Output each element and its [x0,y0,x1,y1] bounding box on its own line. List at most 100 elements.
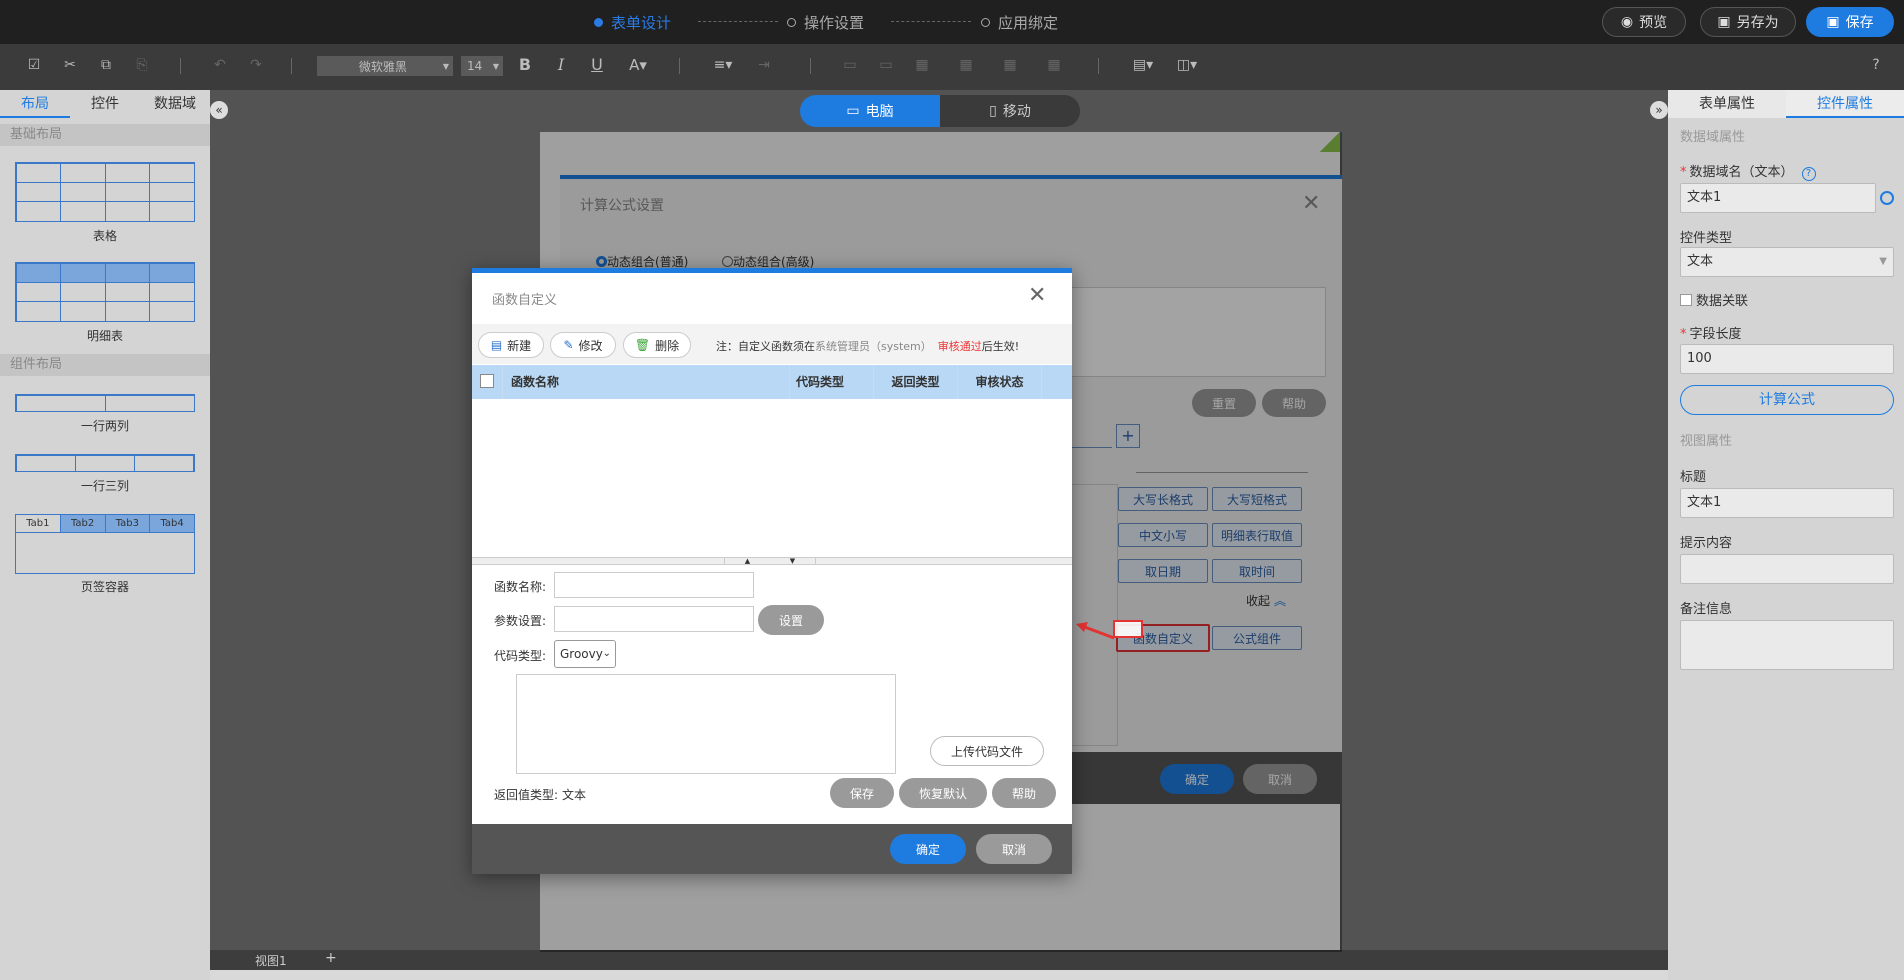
tab-controls[interactable]: 控件 [70,90,140,118]
upload-code-button[interactable]: 上传代码文件 [930,736,1044,766]
table-layout-item[interactable] [15,162,195,222]
tab-control-properties[interactable]: 控件属性 [1786,90,1904,118]
insert-col-icon[interactable]: ▦ [958,57,974,73]
formula-cancel-button[interactable]: 取消 [1243,764,1317,794]
font-color-icon[interactable]: A▾ [625,57,651,73]
close-icon[interactable]: ✕ [1302,191,1320,216]
tab-label: Tab3 [105,515,151,532]
note-textarea[interactable] [1680,620,1894,670]
undo-icon[interactable]: ↶ [212,57,228,73]
col-function-name[interactable]: 函数名称 [502,365,790,399]
underline-icon[interactable]: U [589,57,605,73]
col-return-type[interactable]: 返回类型 [874,365,958,399]
font-size-select[interactable]: 14 ▼ [461,56,503,76]
col-code-type[interactable]: 代码类型 [790,365,874,399]
fn-get-date[interactable]: 取日期 [1118,559,1208,583]
fn-detail-row-value[interactable]: 明细表行取值 [1212,523,1302,547]
help-circle-icon[interactable]: ? [1801,167,1816,181]
delete-button[interactable]: 🗑 删除 [623,332,691,358]
step-operation-settings[interactable]: 操作设置 [787,12,864,33]
splitter-handle[interactable]: ▲ ▼ [724,557,816,565]
data-name-input[interactable]: 文本1 [1680,183,1876,213]
edit-button[interactable]: ✎ 修改 [550,332,616,358]
delete-row-icon[interactable]: ▦ [1002,57,1018,73]
highlight-box [1113,620,1143,638]
fn-name-input[interactable] [554,572,754,598]
divider [1136,472,1308,473]
formula-button[interactable]: 计算公式 [1680,385,1894,415]
tab-container-item[interactable]: Tab1 Tab2 Tab3 Tab4 [15,514,195,574]
control-type-select[interactable]: 文本 ▼ [1680,247,1894,277]
formula-ok-button[interactable]: 确定 [1160,764,1234,794]
select-all-icon[interactable]: ☑ [26,57,42,73]
save-as-button[interactable]: ▣ 另存为 [1700,7,1796,37]
tab-data-domain[interactable]: 数据域 [140,90,210,118]
view-tab[interactable]: 视图1 [255,952,287,969]
copy-icon[interactable]: ⧉ [98,57,114,73]
param-set-button[interactable]: 设置 [758,605,824,635]
step-app-binding[interactable]: 应用绑定 [981,12,1058,33]
detail-table-item[interactable] [15,262,195,322]
cut-icon[interactable]: ✂ [62,57,78,73]
fn-uppercase-short[interactable]: 大写短格式 [1212,487,1302,511]
indent-icon[interactable]: ⇥ [756,57,772,73]
redo-icon[interactable]: ↷ [248,57,264,73]
horizontal-scrollbar[interactable] [210,970,1668,980]
two-column-item[interactable] [15,394,195,412]
preview-button[interactable]: ◉ 预览 [1602,7,1686,37]
question-icon[interactable]: ? [1868,57,1884,73]
fn-uppercase-long[interactable]: 大写长格式 [1118,487,1208,511]
step-form-design[interactable]: 表单设计 [594,12,671,33]
data-link-checkbox[interactable]: 数据关联 [1680,290,1748,309]
collapse-right-icon[interactable]: » [1650,101,1668,119]
insert-row-icon[interactable]: ▦ [914,57,930,73]
paste-icon[interactable]: ⎘ [134,57,150,73]
align-icon[interactable]: ≡▾ [710,57,736,73]
new-button[interactable]: ▤ 新建 [478,332,544,358]
step-label: 操作设置 [804,14,865,32]
layout-icon[interactable]: ◫▾ [1174,57,1200,73]
tab-label: Tab4 [150,515,194,532]
tab-layout[interactable]: 布局 [0,90,70,118]
border-icon[interactable]: ▦ [1046,57,1062,73]
device-tab-pc[interactable]: ▭ 电脑 [800,95,940,127]
fn-get-time[interactable]: 取时间 [1212,559,1302,583]
font-family-select[interactable]: 微软雅黑 ▼ [317,56,453,76]
code-textarea[interactable] [516,674,896,774]
field-length-input[interactable]: 100 [1680,344,1894,374]
add-icon[interactable]: + [1116,424,1140,448]
formula-textarea[interactable] [1070,287,1326,377]
col-review-status[interactable]: 审核状态 [958,365,1042,399]
code-type-select[interactable]: Groovy ⌄ [554,640,616,668]
tab-form-properties[interactable]: 表单属性 [1668,90,1786,118]
reset-button[interactable]: 重置 [1192,389,1256,417]
add-view-icon[interactable]: + [325,950,337,966]
save-button[interactable]: ▣ 保存 [1806,7,1894,37]
fn-ok-button[interactable]: 确定 [890,834,966,864]
device-tab-mobile[interactable]: ▯ 移动 [940,95,1080,127]
monitor-icon: ▭ [846,103,860,119]
select-all-checkbox[interactable] [480,374,494,388]
param-input[interactable] [554,606,754,632]
three-column-item[interactable] [15,454,195,472]
split-cells-icon[interactable]: ▭ [878,57,894,73]
title-input[interactable]: 文本1 [1680,488,1894,518]
merge-cells-icon[interactable]: ▭ [842,57,858,73]
fn-help-button[interactable]: 帮助 [992,778,1056,808]
hint-input[interactable] [1680,554,1894,584]
table-style-icon[interactable]: ▤▾ [1130,57,1156,73]
formula-help-button[interactable]: 帮助 [1262,389,1326,417]
fn-chinese-lower[interactable]: 中文小写 [1118,523,1208,547]
target-icon[interactable] [1880,191,1894,205]
collapse-left-icon[interactable]: « [210,101,228,119]
bold-icon[interactable]: B [517,57,533,73]
formula-component-button[interactable]: 公式组件 [1212,626,1302,650]
view-tab-bar [210,950,1668,970]
close-icon[interactable]: ✕ [1028,283,1046,308]
fn-cancel-button[interactable]: 取消 [976,834,1052,864]
save-as-icon: ▣ [1717,14,1731,30]
restore-default-button[interactable]: 恢复默认 [899,778,987,808]
italic-icon[interactable]: I [553,57,569,73]
collapse-link[interactable]: 收起 ︽ [1246,592,1286,609]
fn-save-button[interactable]: 保存 [830,778,894,808]
